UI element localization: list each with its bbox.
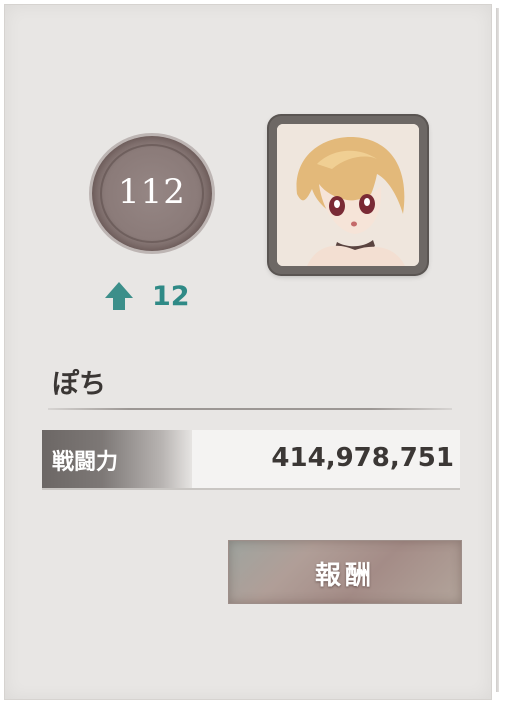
combat-power-label-box: 戦闘力 [42,430,192,488]
rank-value: 112 [118,172,186,212]
avatar-portrait [277,124,419,266]
reward-button-label: 報酬 [314,561,375,591]
rank-change-value: 12 [152,280,190,312]
player-avatar[interactable] [269,116,427,274]
up-arrow-icon [105,282,133,310]
reward-button[interactable]: 報酬 [228,540,462,604]
rank-badge: 112 [92,136,212,251]
combat-power-value: 414,978,751 [271,443,454,473]
combat-power-label: 戦闘力 [52,450,119,475]
rank-change: 12 [102,278,190,314]
combat-power-row: 戦闘力 414,978,751 [42,430,460,490]
avatar-image [277,124,419,266]
scrollbar-track [496,8,499,692]
name-divider [48,408,452,410]
player-name: ぽち [52,369,106,400]
